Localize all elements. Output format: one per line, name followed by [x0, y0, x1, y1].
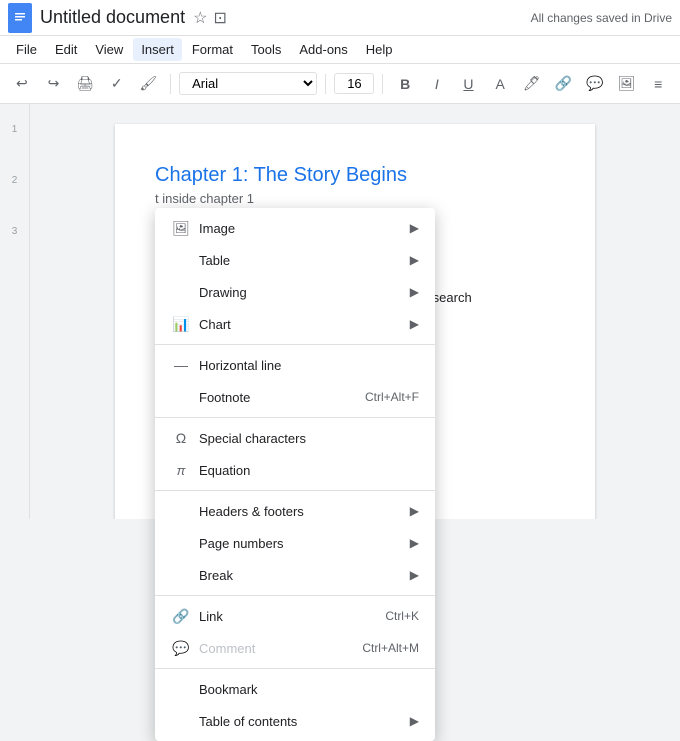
divider-1 — [155, 344, 435, 345]
chapter1-body: t inside chapter 1 — [155, 191, 555, 206]
table-arrow: ▶ — [410, 253, 419, 267]
comment-shortcut: Ctrl+Alt+M — [362, 641, 419, 655]
menu-option-chart[interactable]: 📊 Chart ▶ — [155, 308, 435, 340]
headers-arrow: ▶ — [410, 504, 419, 518]
divider-3 — [155, 490, 435, 491]
menu-option-toc[interactable]: Table of contents ▶ — [155, 705, 435, 737]
menu-option-headers-footers[interactable]: Headers & footers ▶ — [155, 495, 435, 527]
doc-icon — [8, 3, 32, 33]
menu-option-special-characters[interactable]: Ω Special characters — [155, 422, 435, 454]
print-button[interactable]: 🖨 — [71, 70, 99, 98]
equation-label: Equation — [199, 463, 419, 478]
hline-label: Horizontal line — [199, 358, 419, 373]
menu-option-footnote[interactable]: Footnote Ctrl+Alt+F — [155, 381, 435, 413]
font-selector[interactable]: Arial — [179, 72, 317, 95]
menu-option-link[interactable]: 🔗 Link Ctrl+K — [155, 600, 435, 632]
chapter1-heading: Chapter 1: The Story Begins — [155, 164, 555, 187]
toolbar-divider-2 — [325, 74, 326, 94]
toolbar: ↩ ↪ 🖨 ✓ 🖌 Arial B I U A 🖊 🔗 💬 🖼 ≡ — [0, 64, 680, 104]
pi-icon: π — [171, 463, 191, 478]
sidebar-marker-1: 1 — [12, 124, 18, 135]
sidebar-marker-2: 2 — [12, 175, 18, 186]
menu-addons[interactable]: Add-ons — [291, 38, 355, 61]
image-button[interactable]: 🖼 — [613, 70, 641, 98]
menu-option-equation[interactable]: π Equation — [155, 454, 435, 486]
menu-help[interactable]: Help — [358, 38, 401, 61]
menu-option-comment: 💬 Comment Ctrl+Alt+M — [155, 632, 435, 664]
menu-format[interactable]: Format — [184, 38, 241, 61]
menu-option-image[interactable]: 🖼 Image ▶ — [155, 212, 435, 244]
toolbar-divider-1 — [170, 74, 171, 94]
hline-menu-icon: — — [171, 357, 191, 373]
sidebar-marker-3: 3 — [12, 226, 18, 237]
chart-menu-icon: 📊 — [171, 316, 191, 333]
paintformat-button[interactable]: 🖌 — [135, 70, 163, 98]
special-characters-label: Special characters — [199, 431, 419, 446]
omega-icon: Ω — [171, 430, 191, 446]
chart-label: Chart — [199, 317, 410, 332]
drawing-arrow: ▶ — [410, 285, 419, 299]
comment-button[interactable]: 💬 — [581, 70, 609, 98]
insert-dropdown-menu: 🖼 Image ▶ Table ▶ Drawing ▶ 📊 Chart ▶ — … — [155, 208, 435, 741]
sidebar: 1 2 3 — [0, 104, 30, 519]
document-title: Untitled document — [40, 7, 185, 28]
undo-button[interactable]: ↩ — [8, 70, 36, 98]
page-numbers-label: Page numbers — [199, 536, 410, 551]
link-label: Link — [199, 609, 385, 624]
italic-button[interactable]: I — [423, 70, 451, 98]
link-shortcut: Ctrl+K — [385, 609, 419, 623]
menu-tools[interactable]: Tools — [243, 38, 289, 61]
highlight-button[interactable]: 🖊 — [518, 70, 546, 98]
footnote-label: Footnote — [199, 390, 365, 405]
drawing-label: Drawing — [199, 285, 410, 300]
break-label: Break — [199, 568, 410, 583]
comment-label: Comment — [199, 641, 362, 656]
cloud-save-status: All changes saved in Drive — [531, 11, 672, 25]
menu-option-page-numbers[interactable]: Page numbers ▶ — [155, 527, 435, 559]
chart-arrow: ▶ — [410, 317, 419, 331]
toc-label: Table of contents — [199, 714, 410, 729]
title-bar: Untitled document ☆ ⊡ All changes saved … — [0, 0, 680, 36]
menu-option-horizontal-line[interactable]: — Horizontal line — [155, 349, 435, 381]
font-size-input[interactable] — [334, 73, 374, 94]
toolbar-divider-3 — [382, 74, 383, 94]
menu-option-break[interactable]: Break ▶ — [155, 559, 435, 591]
history-icon[interactable]: ⊡ — [213, 8, 226, 28]
headers-footers-label: Headers & footers — [199, 504, 410, 519]
underline-button[interactable]: U — [455, 70, 483, 98]
star-icon[interactable]: ☆ — [193, 8, 207, 28]
divider-4 — [155, 595, 435, 596]
image-menu-icon: 🖼 — [171, 220, 191, 237]
menu-option-bookmark[interactable]: Bookmark — [155, 673, 435, 705]
menu-option-drawing[interactable]: Drawing ▶ — [155, 276, 435, 308]
spellcheck-button[interactable]: ✓ — [103, 70, 131, 98]
redo-button[interactable]: ↪ — [40, 70, 68, 98]
break-arrow: ▶ — [410, 568, 419, 582]
menu-option-table[interactable]: Table ▶ — [155, 244, 435, 276]
link-menu-icon: 🔗 — [171, 608, 191, 625]
image-label: Image — [199, 221, 410, 236]
menu-file[interactable]: File — [8, 38, 45, 61]
menu-edit[interactable]: Edit — [47, 38, 85, 61]
divider-5 — [155, 668, 435, 669]
menu-insert[interactable]: Insert — [133, 38, 182, 61]
text-color-button[interactable]: A — [486, 70, 514, 98]
footnote-shortcut: Ctrl+Alt+F — [365, 390, 419, 404]
menu-bar: File Edit View Insert Format Tools Add-o… — [0, 36, 680, 64]
comment-menu-icon: 💬 — [171, 640, 191, 657]
divider-2 — [155, 417, 435, 418]
title-icons: ☆ ⊡ — [193, 8, 227, 28]
table-label: Table — [199, 253, 410, 268]
main-area: 1 2 3 Chapter 1: The Story Begins t insi… — [0, 104, 680, 519]
menu-view[interactable]: View — [87, 38, 131, 61]
bookmark-label: Bookmark — [199, 682, 419, 697]
align-button[interactable]: ≡ — [644, 70, 672, 98]
toc-arrow: ▶ — [410, 714, 419, 728]
bold-button[interactable]: B — [391, 70, 419, 98]
image-arrow: ▶ — [410, 221, 419, 235]
link-button[interactable]: 🔗 — [550, 70, 578, 98]
pagenums-arrow: ▶ — [410, 536, 419, 550]
